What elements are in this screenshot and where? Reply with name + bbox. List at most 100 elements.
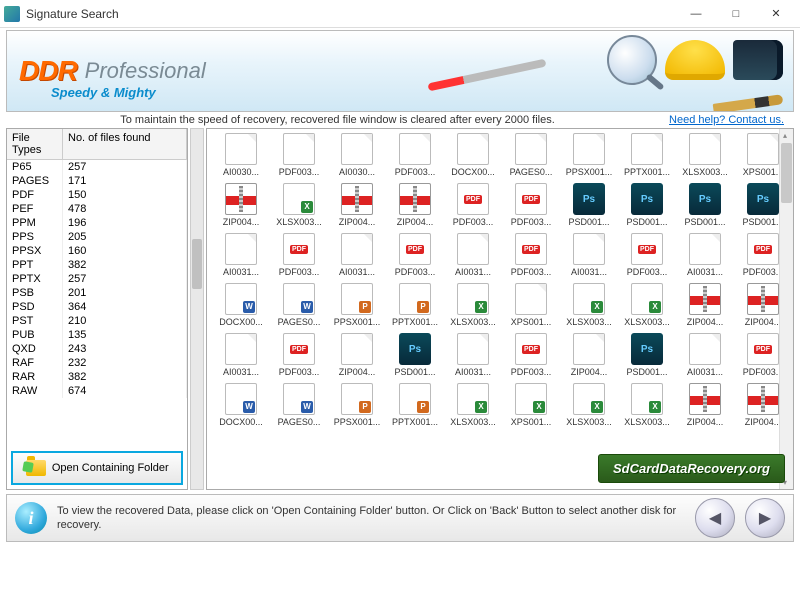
file-item[interactable]: PPTX001...: [389, 383, 441, 427]
file-item[interactable]: PPTX001...: [621, 133, 673, 177]
file-label: PDF003...: [505, 267, 557, 277]
file-item[interactable]: PSD001...: [679, 183, 731, 227]
file-item[interactable]: XLSX003...: [447, 283, 499, 327]
file-label: PPTX001...: [621, 167, 673, 177]
file-type-row[interactable]: PPSX160: [7, 244, 187, 258]
open-containing-folder-button[interactable]: Open Containing Folder: [11, 451, 183, 485]
file-type-row[interactable]: RAF232: [7, 356, 187, 370]
file-item[interactable]: PPSX001...: [563, 133, 615, 177]
file-ppt-icon: [341, 283, 373, 315]
file-item[interactable]: AI0030...: [331, 133, 383, 177]
file-item[interactable]: XLSX003...: [679, 133, 731, 177]
file-type-row[interactable]: RAW674: [7, 384, 187, 398]
file-item[interactable]: ZIP004...: [679, 383, 731, 427]
file-type-row[interactable]: PSB201: [7, 286, 187, 300]
file-item[interactable]: PDF003...: [273, 233, 325, 277]
file-item[interactable]: ZIP004...: [331, 183, 383, 227]
file-item[interactable]: PPSX001...: [331, 383, 383, 427]
file-item[interactable]: AI0031...: [679, 233, 731, 277]
scrollbar-thumb[interactable]: [192, 239, 202, 289]
file-xls-icon: [457, 283, 489, 315]
file-item[interactable]: PAGES0...: [273, 283, 325, 327]
file-type-row[interactable]: PPS205: [7, 230, 187, 244]
logo-ddr: DDR: [19, 55, 77, 87]
file-blank-icon: [457, 333, 489, 365]
file-type-row[interactable]: PPM196: [7, 216, 187, 230]
file-item[interactable]: AI0031...: [679, 333, 731, 377]
file-grid[interactable]: AI0030...PDF003...AI0030...PDF003...DOCX…: [207, 129, 793, 489]
file-label: DOCX00...: [447, 167, 499, 177]
maximize-button[interactable]: □: [716, 0, 756, 28]
help-link[interactable]: Need help? Contact us.: [669, 114, 784, 126]
file-scrollbar[interactable]: [779, 129, 793, 489]
file-type-row[interactable]: RAR382: [7, 370, 187, 384]
file-item[interactable]: AI0030...: [215, 133, 267, 177]
file-item[interactable]: PDF003...: [389, 233, 441, 277]
app-icon: [4, 6, 20, 22]
file-item[interactable]: PSD001...: [621, 333, 673, 377]
file-type-row[interactable]: PAGES171: [7, 174, 187, 188]
file-type-row[interactable]: PDF150: [7, 188, 187, 202]
file-item[interactable]: ZIP004...: [331, 333, 383, 377]
file-item[interactable]: DOCX00...: [447, 133, 499, 177]
file-item[interactable]: DOCX00...: [215, 283, 267, 327]
file-item[interactable]: PDF003...: [505, 183, 557, 227]
file-item[interactable]: AI0031...: [215, 233, 267, 277]
left-scrollbar[interactable]: [190, 128, 204, 490]
file-zip-icon: [225, 183, 257, 215]
file-label: PSD001...: [563, 217, 615, 227]
file-item[interactable]: PDF003...: [389, 133, 441, 177]
file-item[interactable]: PDF003...: [447, 183, 499, 227]
file-item[interactable]: PPSX001...: [331, 283, 383, 327]
file-item[interactable]: PSD001...: [389, 333, 441, 377]
file-types-list[interactable]: P65257PAGES171PDF150PEF478PPM196PPS205PP…: [7, 160, 187, 447]
file-item[interactable]: PDF003...: [621, 233, 673, 277]
file-item[interactable]: XPS001...: [505, 283, 557, 327]
file-type-row[interactable]: P65257: [7, 160, 187, 174]
file-xls-icon: [283, 183, 315, 215]
file-item[interactable]: XLSX003...: [621, 283, 673, 327]
file-type-row[interactable]: PUB135: [7, 328, 187, 342]
file-xls-icon: [631, 383, 663, 415]
file-item[interactable]: XPS001...: [505, 383, 557, 427]
file-item[interactable]: ZIP004...: [679, 283, 731, 327]
file-item[interactable]: PPTX001...: [389, 283, 441, 327]
file-item[interactable]: XLSX003...: [621, 383, 673, 427]
file-type-row[interactable]: PPTX257: [7, 272, 187, 286]
forward-button[interactable]: ▶: [745, 498, 785, 538]
file-item[interactable]: XLSX003...: [563, 283, 615, 327]
file-type-row[interactable]: PEF478: [7, 202, 187, 216]
file-item[interactable]: XLSX003...: [273, 183, 325, 227]
info-message: To maintain the speed of recovery, recov…: [6, 114, 669, 126]
back-button[interactable]: ◀: [695, 498, 735, 538]
file-item[interactable]: PAGES0...: [273, 383, 325, 427]
file-item[interactable]: ZIP004...: [389, 183, 441, 227]
file-item[interactable]: DOCX00...: [215, 383, 267, 427]
file-type-row[interactable]: PPT382: [7, 258, 187, 272]
file-type-row[interactable]: PST210: [7, 314, 187, 328]
file-item[interactable]: PDF003...: [505, 233, 557, 277]
file-item[interactable]: AI0031...: [331, 233, 383, 277]
file-item[interactable]: XLSX003...: [563, 383, 615, 427]
file-item[interactable]: ZIP004...: [215, 183, 267, 227]
file-type-row[interactable]: PSD364: [7, 300, 187, 314]
file-item[interactable]: ZIP004...: [563, 333, 615, 377]
file-ppt-icon: [399, 283, 431, 315]
file-item[interactable]: PDF003...: [273, 333, 325, 377]
tagline: Speedy & Mighty: [51, 85, 156, 100]
file-item[interactable]: AI0031...: [215, 333, 267, 377]
file-item[interactable]: AI0031...: [447, 333, 499, 377]
minimize-button[interactable]: —: [676, 0, 716, 28]
file-type-row[interactable]: QXD243: [7, 342, 187, 356]
file-item[interactable]: PAGES0...: [505, 133, 557, 177]
file-item[interactable]: AI0031...: [563, 233, 615, 277]
close-button[interactable]: ✕: [756, 0, 796, 28]
file-scrollbar-thumb[interactable]: [781, 143, 792, 203]
file-item[interactable]: PSD001...: [621, 183, 673, 227]
file-item[interactable]: PDF003...: [505, 333, 557, 377]
file-pdf-icon: [631, 233, 663, 265]
file-item[interactable]: PDF003...: [273, 133, 325, 177]
file-item[interactable]: AI0031...: [447, 233, 499, 277]
file-item[interactable]: PSD001...: [563, 183, 615, 227]
file-item[interactable]: XLSX003...: [447, 383, 499, 427]
